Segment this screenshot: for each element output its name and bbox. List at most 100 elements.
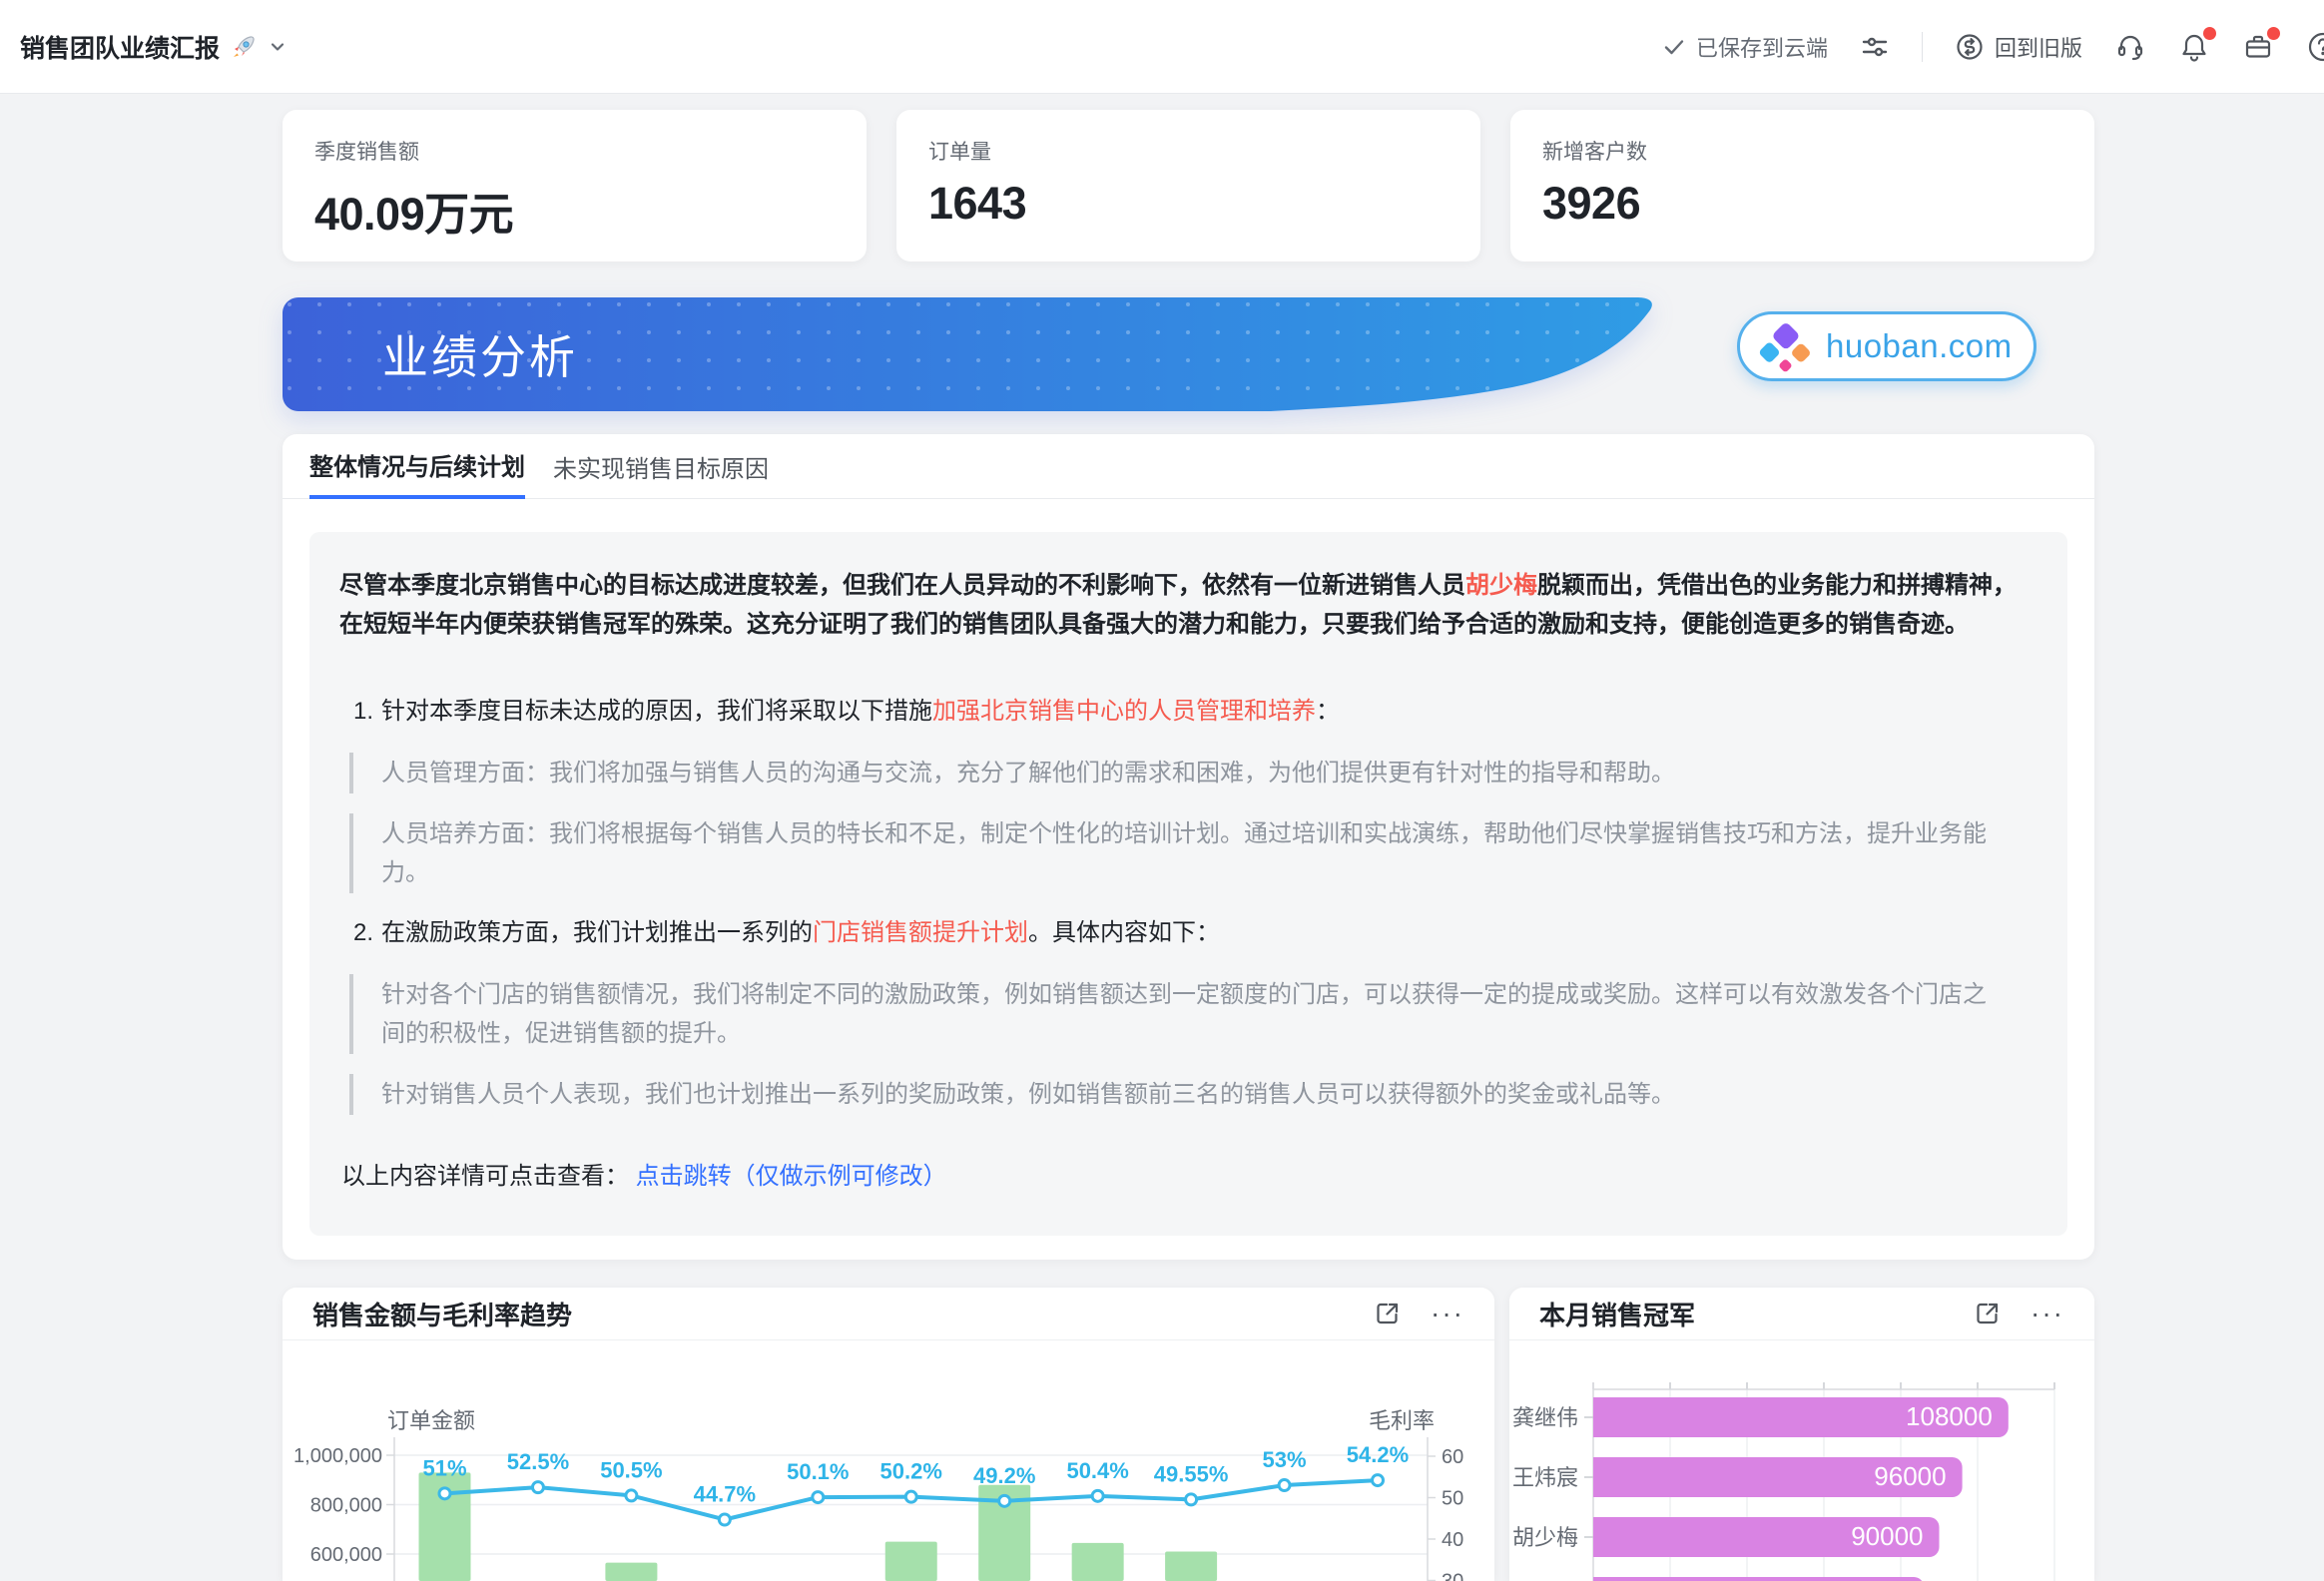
stat-label: 季度销售额 — [314, 136, 835, 166]
tab-overall-plan[interactable]: 整体情况与后续计划 — [309, 435, 525, 499]
topbar-actions: 已保存到云端 回到旧版 — [1662, 0, 2324, 93]
point-label-5: 50.1% — [787, 1459, 849, 1484]
huoban-logo-text: huoban.com — [1826, 327, 2013, 365]
export-icon[interactable] — [1973, 1299, 2003, 1328]
stat-value: 3926 — [1542, 178, 2062, 230]
stat-label: 订单量 — [928, 136, 1449, 166]
huoban-logo-icon — [1752, 317, 1818, 375]
back-to-old-version-button[interactable]: 回到旧版 — [1955, 31, 2082, 63]
highlighted-text: 门店销售额提升计划 — [813, 919, 1028, 946]
ranking-chart-card: 本月销售冠军 ··· 龚继伟108000王炜宸96000胡少梅90000 — [1509, 1288, 2094, 1581]
support-headset-icon[interactable] — [2114, 31, 2146, 63]
stat-card-new-customers: 新增客户数 3926 — [1510, 110, 2094, 262]
point-label-7: 49.2% — [973, 1463, 1035, 1488]
more-options-icon[interactable]: ··· — [2031, 1304, 2064, 1323]
stat-cards-row: 季度销售额 40.09万元 订单量 1643 新增客户数 3926 — [283, 110, 2094, 262]
line-marker-7 — [999, 1495, 1010, 1506]
right-axis-tick-label: 30 — [1442, 1571, 1463, 1581]
saved-status: 已保存到云端 — [1662, 31, 1828, 63]
rank-label-2: 王炜宸 — [1512, 1465, 1578, 1490]
rank-value-1: 108000 — [1906, 1401, 1993, 1431]
check-icon — [1662, 35, 1686, 59]
right-axis-tick-label: 40 — [1442, 1529, 1463, 1551]
banner-title: 业绩分析 — [382, 297, 578, 411]
item-number: 1. — [353, 698, 373, 725]
stat-card-orders: 订单量 1643 — [896, 110, 1480, 262]
report-tabs: 整体情况与后续计划 未实现销售目标原因 — [283, 434, 2094, 499]
stat-value: 1643 — [928, 178, 1449, 230]
adjust-settings-icon[interactable] — [1860, 32, 1890, 62]
line-marker-9 — [1186, 1494, 1197, 1505]
help-question-icon[interactable] — [2306, 30, 2324, 64]
topbar-divider — [1922, 32, 1923, 62]
point-label-11: 54.2% — [1347, 1442, 1409, 1467]
point-label-2: 52.5% — [507, 1449, 569, 1474]
section-banner: 业绩分析 — [283, 297, 1660, 411]
line-marker-1 — [439, 1488, 450, 1499]
point-label-4: 44.7% — [694, 1481, 756, 1506]
workbench-briefcase-icon[interactable] — [2242, 31, 2274, 63]
bar-9 — [1165, 1552, 1217, 1581]
bar-6 — [885, 1542, 937, 1581]
report-card: 整体情况与后续计划 未实现销售目标原因 尽管本季度北京销售中心的目标达成进度较差… — [283, 434, 2094, 1260]
trend-chart-card: 销售金额与毛利率趋势 ··· 订单金额 毛利率 1,000,000 800,000 60… — [283, 1288, 1494, 1581]
line-marker-3 — [626, 1490, 637, 1501]
rank-bar-4 — [1593, 1577, 1924, 1581]
left-axis-title: 订单金额 — [387, 1408, 475, 1433]
trend-chart-header: 销售金额与毛利率趋势 ··· — [283, 1288, 1494, 1340]
history-restore-icon — [1955, 32, 1985, 62]
stat-label: 新增客户数 — [1542, 136, 2062, 166]
report-footer: 以上内容详情可点击查看： 点击跳转（仅做示例可修改） — [341, 1157, 2037, 1196]
right-axis-tick-label: 50 — [1442, 1488, 1463, 1510]
stat-value: 40.09万元 — [314, 178, 835, 243]
highlighted-text: 加强北京销售中心的人员管理和培养 — [932, 698, 1316, 725]
rank-label-1: 龚继伟 — [1512, 1405, 1578, 1430]
point-label-3: 50.5% — [600, 1457, 662, 1482]
chevron-down-icon — [268, 37, 288, 57]
line-marker-8 — [1092, 1490, 1103, 1501]
export-icon[interactable] — [1373, 1299, 1403, 1328]
line-marker-10 — [1279, 1480, 1290, 1491]
page-title: 销售团队业绩汇报 — [20, 29, 220, 65]
line-marker-6 — [905, 1491, 916, 1502]
right-axis-tick-label: 60 — [1442, 1446, 1463, 1468]
line-marker-4 — [719, 1514, 730, 1525]
more-options-icon[interactable]: ··· — [1431, 1304, 1464, 1323]
trend-chart-title: 销售金额与毛利率趋势 — [312, 1296, 572, 1332]
topbar: 销售团队业绩汇报 已保存到云端 — [0, 0, 2324, 94]
report-item-list: 1.针对本季度目标未达成的原因，我们将采取以下措施加强北京销售中心的人员管理和培… — [339, 692, 2037, 1115]
bar-3 — [605, 1563, 657, 1581]
rank-value-2: 96000 — [1874, 1461, 1946, 1491]
left-axis-tick-label: 600,000 — [310, 1544, 382, 1566]
highlighted-text: 胡少梅 — [1465, 572, 1537, 599]
ranking-chart-header: 本月销售冠军 ··· — [1509, 1288, 2094, 1340]
report-item-2: 2.在激励政策方面，我们计划推出一系列的门店销售额提升计划。具体内容如下： — [353, 913, 2037, 952]
right-axis-title: 毛利率 — [1369, 1408, 1435, 1433]
point-label-1: 51% — [422, 1455, 466, 1480]
quote-block: 针对各个门店的销售额情况，我们将制定不同的激励政策，例如销售额达到一定额度的门店… — [349, 974, 2037, 1054]
jump-link[interactable]: 点击跳转（仅做示例可修改） — [636, 1163, 947, 1190]
line-marker-2 — [532, 1482, 543, 1493]
left-axis-tick-label: 1,000,000 — [293, 1445, 382, 1467]
point-label-6: 50.2% — [880, 1459, 942, 1484]
quote-block: 针对销售人员个人表现，我们也计划推出一系列的奖励政策，例如销售额前三名的销售人员… — [349, 1074, 2037, 1115]
item-number: 2. — [353, 919, 373, 946]
quote-block: 人员管理方面：我们将加强与销售人员的沟通与交流，充分了解他们的需求和困难，为他们… — [349, 753, 2037, 793]
report-content: 尽管本季度北京销售中心的目标达成进度较差，但我们在人员异动的不利影响下，依然有一… — [309, 532, 2067, 1236]
quote-block: 人员培养方面：我们将根据每个销售人员的特长和不足，制定个性化的培训计划。通过培训… — [349, 813, 2037, 893]
footer-label: 以上内容详情可点击查看： — [341, 1163, 629, 1190]
left-axis-tick-label: 800,000 — [310, 1495, 382, 1517]
line-marker-5 — [813, 1492, 824, 1503]
ranking-chart-title: 本月销售冠军 — [1539, 1296, 1695, 1332]
huoban-logo-badge[interactable]: huoban.com — [1737, 311, 2036, 381]
rank-label-3: 胡少梅 — [1512, 1525, 1578, 1550]
notifications-bell-icon[interactable] — [2178, 31, 2210, 63]
stat-card-quarter-sales: 季度销售额 40.09万元 — [283, 110, 867, 262]
bar-8 — [1072, 1543, 1124, 1581]
workbench-badge — [2267, 27, 2280, 40]
line-marker-11 — [1373, 1475, 1384, 1486]
rocket-emoji-icon — [230, 33, 258, 61]
report-intro-paragraph: 尽管本季度北京销售中心的目标达成进度较差，但我们在人员异动的不利影响下，依然有一… — [339, 566, 2037, 644]
document-title-dropdown[interactable]: 销售团队业绩汇报 — [20, 0, 288, 93]
tab-unmet-target-reasons[interactable]: 未实现销售目标原因 — [553, 434, 769, 498]
